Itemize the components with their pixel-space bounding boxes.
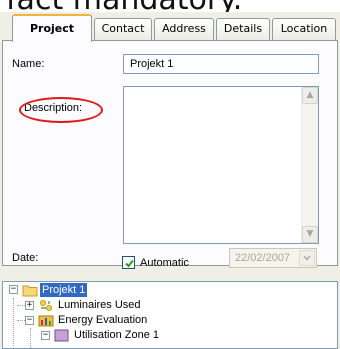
- description-scrollbar[interactable]: ▲ ▼: [301, 87, 318, 243]
- scroll-down-button[interactable]: ▼: [302, 226, 318, 243]
- tab-project[interactable]: Project: [12, 14, 92, 42]
- folder-icon: [22, 285, 38, 297]
- zone-icon: [54, 329, 69, 342]
- date-label: Date:: [12, 252, 39, 264]
- energy-icon: [38, 315, 54, 327]
- checkmark-icon: [125, 259, 134, 268]
- collapse-expander[interactable]: −: [25, 316, 34, 325]
- project-tab-panel: Name: Projekt 1 Description: ▲ ▼ Date:: [2, 40, 338, 266]
- collapse-expander[interactable]: −: [41, 331, 50, 340]
- tree-connector: [30, 328, 31, 348]
- expand-expander[interactable]: +: [25, 301, 34, 310]
- tree-connector: [17, 320, 25, 321]
- automatic-label: Automatic: [140, 257, 189, 269]
- tab-location[interactable]: Location: [272, 18, 336, 40]
- name-field[interactable]: Projekt 1: [123, 54, 319, 74]
- description-textarea[interactable]: ▲ ▼: [123, 86, 319, 244]
- luminaire-icon: [40, 300, 52, 311]
- scroll-up-button[interactable]: ▲: [302, 87, 318, 104]
- tree-connector: [13, 298, 14, 346]
- tree-item-luminaires-used[interactable]: Luminaires Used: [56, 298, 143, 312]
- date-dropdown-button[interactable]: [299, 250, 315, 266]
- date-picker[interactable]: 22/02/2007: [229, 248, 317, 268]
- collapse-expander[interactable]: −: [9, 285, 18, 294]
- chevron-down-icon: [303, 255, 311, 261]
- highlight-circle: [19, 97, 103, 123]
- tree-item-projekt-1[interactable]: Projekt 1: [40, 283, 88, 297]
- project-tree: − Projekt 1 + Luminaires Used − Energy E…: [2, 281, 338, 349]
- tree-item-energy-evaluation[interactable]: Energy Evaluation: [56, 313, 149, 327]
- tree-item-utilisation-zone-1[interactable]: Utilisation Zone 1: [72, 328, 161, 342]
- name-label: Name:: [12, 58, 45, 70]
- tab-strip: Project Contact Address Details Location: [8, 14, 340, 42]
- project-properties-window: Project Contact Address Details Location…: [0, 12, 340, 349]
- tab-details[interactable]: Details: [216, 18, 270, 40]
- tree-connector: [17, 305, 25, 306]
- date-value: 22/02/2007: [235, 252, 291, 264]
- automatic-checkbox[interactable]: [122, 256, 135, 269]
- tab-address[interactable]: Address: [154, 18, 214, 40]
- tab-contact[interactable]: Contact: [94, 18, 152, 40]
